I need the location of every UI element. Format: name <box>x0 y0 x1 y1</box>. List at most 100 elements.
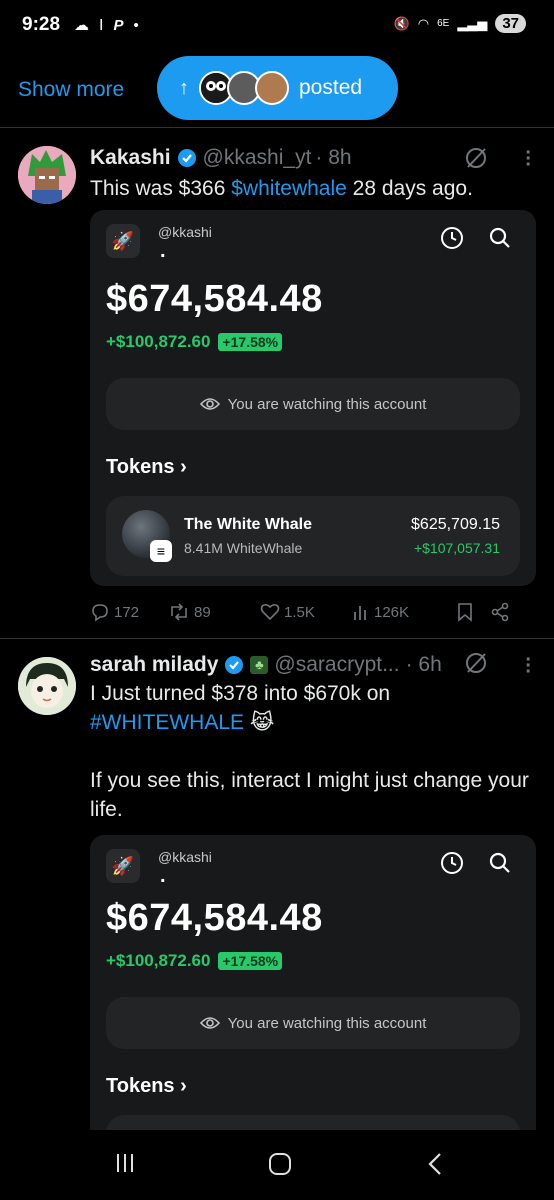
tweet-header: sarah milady ♣ @saracrypt... · 6h <box>90 653 442 677</box>
avatar <box>255 71 289 105</box>
hashtag-link[interactable]: #WHITEWHALE <box>90 711 244 734</box>
like-button[interactable]: 1.5K <box>260 603 352 621</box>
poster-avatars <box>199 71 289 105</box>
reply-button[interactable]: 172 <box>90 602 168 622</box>
token-row[interactable] <box>106 1115 520 1130</box>
eye-icon <box>199 398 220 410</box>
posted-label: posted <box>299 76 363 99</box>
status-right: 🔇 ◠ 6E ▂▃▅ 37 <box>394 14 526 33</box>
tokens-label: Tokens <box>106 1075 175 1097</box>
verified-badge-icon <box>225 656 244 674</box>
new-posts-pill[interactable]: ↑ posted <box>157 56 398 120</box>
author-handle[interactable]: @saracrypt... <box>274 653 399 677</box>
token-name: The White Whale <box>184 516 312 533</box>
signal-icon: ▂▃▅ <box>457 15 488 31</box>
repost-button[interactable]: 89 <box>168 602 260 622</box>
card-dot: . <box>160 865 166 887</box>
repost-count: 89 <box>194 603 211 621</box>
author-handle[interactable]: @kkashi_yt <box>203 146 312 170</box>
watching-text: You are watching this account <box>227 395 427 413</box>
status-bar: 9:28 ☁ ⵏ P • 🔇 ◠ 6E ▂▃▅ 37 <box>0 0 554 50</box>
balance-value: $674,584.48 <box>106 897 323 939</box>
tweet-header: Kakashi @kkashi_yt · 8h <box>90 146 352 170</box>
eye-icon <box>199 1017 220 1029</box>
accessibility-icon: ⵏ <box>99 17 104 34</box>
tweet-text: This was $366 $whitewhale 28 days ago. <box>90 174 530 203</box>
watching-text: You are watching this account <box>227 1014 427 1032</box>
grok-icon[interactable] <box>464 651 488 675</box>
tweet-text-line: #WHITEWHALE 😹 <box>90 708 530 737</box>
battery-icon: 37 <box>495 14 526 33</box>
watching-banner: You are watching this account <box>106 997 520 1049</box>
tweet-time: · 8h <box>315 146 352 169</box>
card-username: @kkashi <box>158 849 212 865</box>
balance-value: $674,584.48 <box>106 278 323 320</box>
cloud-icon: ☁ <box>74 17 89 34</box>
tokens-label: Tokens <box>106 456 175 478</box>
search-icon[interactable] <box>488 226 512 250</box>
pnl-value: +$100,872.60 <box>106 951 211 970</box>
chevron-right-icon: › <box>180 1075 187 1097</box>
recent-apps-icon[interactable] <box>114 1152 136 1174</box>
views-count: 126K <box>374 603 410 621</box>
paypal-icon: P <box>113 16 124 34</box>
system-nav-bar <box>0 1130 554 1200</box>
author-name[interactable]: sarah milady <box>90 653 218 677</box>
home-icon[interactable] <box>268 1152 292 1176</box>
search-icon[interactable] <box>488 851 512 875</box>
show-more-link[interactable]: Show more <box>18 78 124 102</box>
status-notification-icons: ☁ ⵏ P • <box>74 16 139 35</box>
card-username: @kkashi <box>158 224 212 240</box>
views-button[interactable]: 126K <box>352 603 448 621</box>
avatar[interactable] <box>18 657 76 715</box>
token-row[interactable]: ≡ The White Whale 8.41M WhiteWhale $625,… <box>106 496 520 576</box>
author-name[interactable]: Kakashi <box>90 146 171 170</box>
reply-count: 172 <box>114 603 140 621</box>
emoji: 😹 <box>249 711 275 734</box>
share-icon[interactable] <box>490 602 510 622</box>
wifi-icon: ◠ <box>417 15 430 31</box>
tweet-text-part: 28 days ago. <box>346 177 473 200</box>
back-icon[interactable] <box>426 1152 444 1176</box>
reply-icon <box>92 604 108 622</box>
pnl-row: +$100,872.60 +17.58% <box>106 332 283 352</box>
watching-banner: You are watching this account <box>106 378 520 430</box>
rocket-icon: 🚀 <box>106 849 140 883</box>
more-options-icon[interactable]: · · · <box>525 650 532 682</box>
tokens-heading[interactable]: Tokens › <box>106 1075 187 1098</box>
pnl-value: +$100,872.60 <box>106 332 211 351</box>
status-time: 9:28 <box>22 14 61 35</box>
clock-icon[interactable] <box>440 226 464 250</box>
verified-badge-icon <box>177 149 196 167</box>
pnl-percent-badge: +17.58% <box>218 333 283 351</box>
clock-icon[interactable] <box>440 851 464 875</box>
tweet-text-line: I Just turned $378 into $670k on <box>90 682 391 705</box>
card-dot: . <box>160 240 166 262</box>
bookmark-icon[interactable] <box>456 602 474 622</box>
chevron-right-icon: › <box>180 456 187 478</box>
pnl-percent-badge: +17.58% <box>218 952 283 970</box>
tweet[interactable]: sarah milady ♣ @saracrypt... · 6h · · · I … <box>0 639 554 1130</box>
embedded-card[interactable]: 🚀 @kkashi . $674,584.48 +$100,872.60 +17… <box>90 210 536 586</box>
repost-icon <box>171 603 187 621</box>
dot-icon: • <box>133 16 139 34</box>
affiliate-badge-icon: ♣ <box>250 656 269 674</box>
network-label: 6E <box>437 18 450 29</box>
embedded-card[interactable]: 🚀 @kkashi . $674,584.48 +$100,872.60 +17… <box>90 835 536 1130</box>
avatar[interactable] <box>18 146 76 204</box>
tokens-heading[interactable]: Tokens › <box>106 456 187 479</box>
token-change: +$107,057.31 <box>413 540 500 556</box>
token-amount: 8.41M WhiteWhale <box>184 540 303 556</box>
grok-icon[interactable] <box>464 146 488 170</box>
mute-icon: 🔇 <box>393 15 410 31</box>
more-options-icon[interactable]: · · · <box>525 143 532 175</box>
pnl-row: +$100,872.60 +17.58% <box>106 951 283 971</box>
tweet[interactable]: Kakashi @kkashi_yt · 8h · · · This was $36… <box>0 128 554 638</box>
tweet-text: I Just turned $378 into $670k on #WHITEW… <box>90 679 530 824</box>
rocket-icon: 🚀 <box>106 224 140 258</box>
cashtag-link[interactable]: $whitewhale <box>231 177 347 200</box>
heart-icon <box>260 603 280 621</box>
arrow-up-icon: ↑ <box>179 76 189 99</box>
tweet-text-line: If you see this, interact I might just c… <box>90 769 529 821</box>
